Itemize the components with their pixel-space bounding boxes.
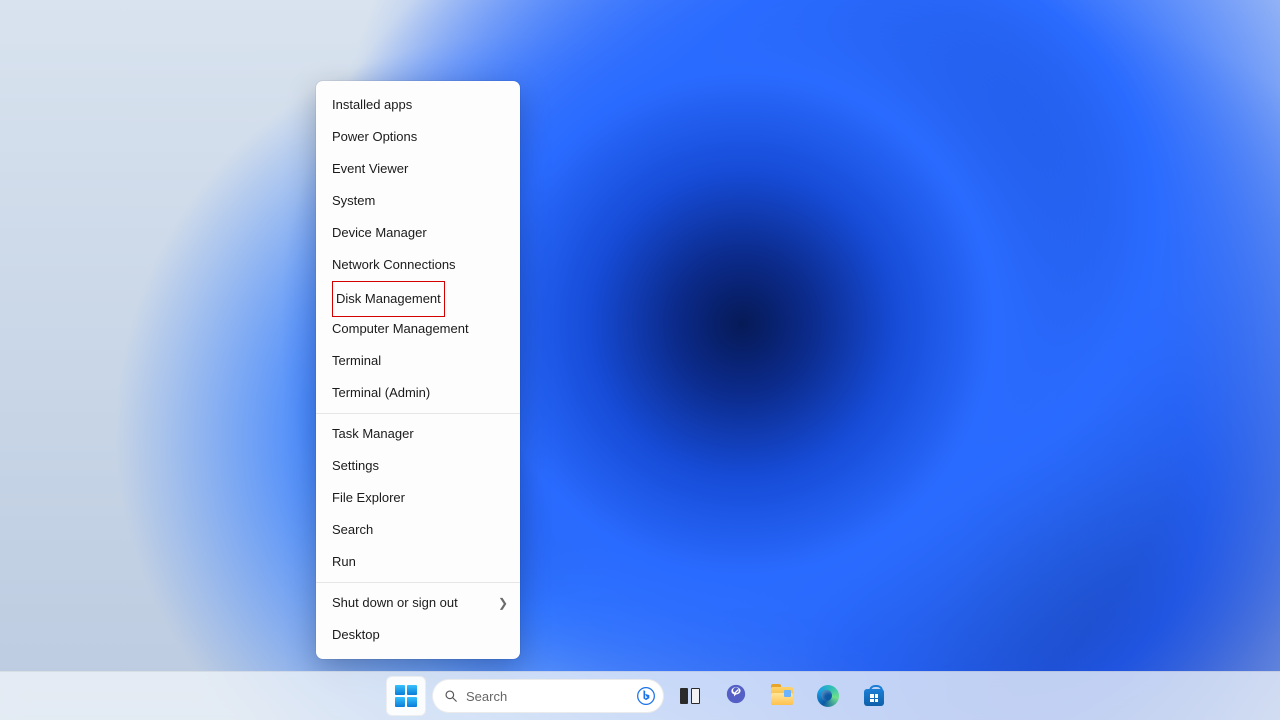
menu-item-terminal-admin[interactable]: Terminal (Admin) [316,377,520,409]
bing-icon [634,684,658,708]
task-view-icon [680,688,700,704]
start-button[interactable] [386,676,426,716]
menu-item-disk-management[interactable]: Disk Management [316,281,520,313]
search-icon [444,689,458,703]
menu-item-installed-apps[interactable]: Installed apps [316,89,520,121]
desktop[interactable]: Installed apps Power Options Event Viewe… [0,0,1280,720]
microsoft-store-icon [863,685,885,707]
menu-item-system[interactable]: System [316,185,520,217]
microsoft-store-button[interactable] [854,676,894,716]
menu-item-settings[interactable]: Settings [316,450,520,482]
menu-item-device-manager[interactable]: Device Manager [316,217,520,249]
windows-logo-icon [395,685,417,707]
task-view-button[interactable] [670,676,710,716]
menu-item-event-viewer[interactable]: Event Viewer [316,153,520,185]
menu-item-shut-down-or-sign-out[interactable]: Shut down or sign out ❯ [316,587,520,619]
winx-menu-group-1: Installed apps Power Options Event Viewe… [316,87,520,411]
taskbar: Search [0,671,1280,720]
winx-menu-group-3: Shut down or sign out ❯ Desktop [316,585,520,653]
menu-item-computer-management[interactable]: Computer Management [316,313,520,345]
taskbar-search[interactable]: Search [432,679,664,713]
chat-icon [725,683,747,710]
search-placeholder: Search [466,689,507,704]
winx-menu-group-2: Task Manager Settings File Explorer Sear… [316,416,520,580]
menu-item-file-explorer[interactable]: File Explorer [316,482,520,514]
chat-button[interactable] [716,676,756,716]
edge-button[interactable] [808,676,848,716]
file-explorer-icon [771,687,793,705]
menu-item-search[interactable]: Search [316,514,520,546]
edge-icon [817,685,839,707]
chevron-right-icon: ❯ [498,587,508,619]
menu-item-desktop[interactable]: Desktop [316,619,520,651]
menu-item-network-connections[interactable]: Network Connections [316,249,520,281]
file-explorer-button[interactable] [762,676,802,716]
menu-separator [316,413,520,414]
menu-separator [316,582,520,583]
menu-item-run[interactable]: Run [316,546,520,578]
menu-item-power-options[interactable]: Power Options [316,121,520,153]
winx-context-menu: Installed apps Power Options Event Viewe… [316,81,520,659]
menu-item-terminal[interactable]: Terminal [316,345,520,377]
menu-item-task-manager[interactable]: Task Manager [316,418,520,450]
